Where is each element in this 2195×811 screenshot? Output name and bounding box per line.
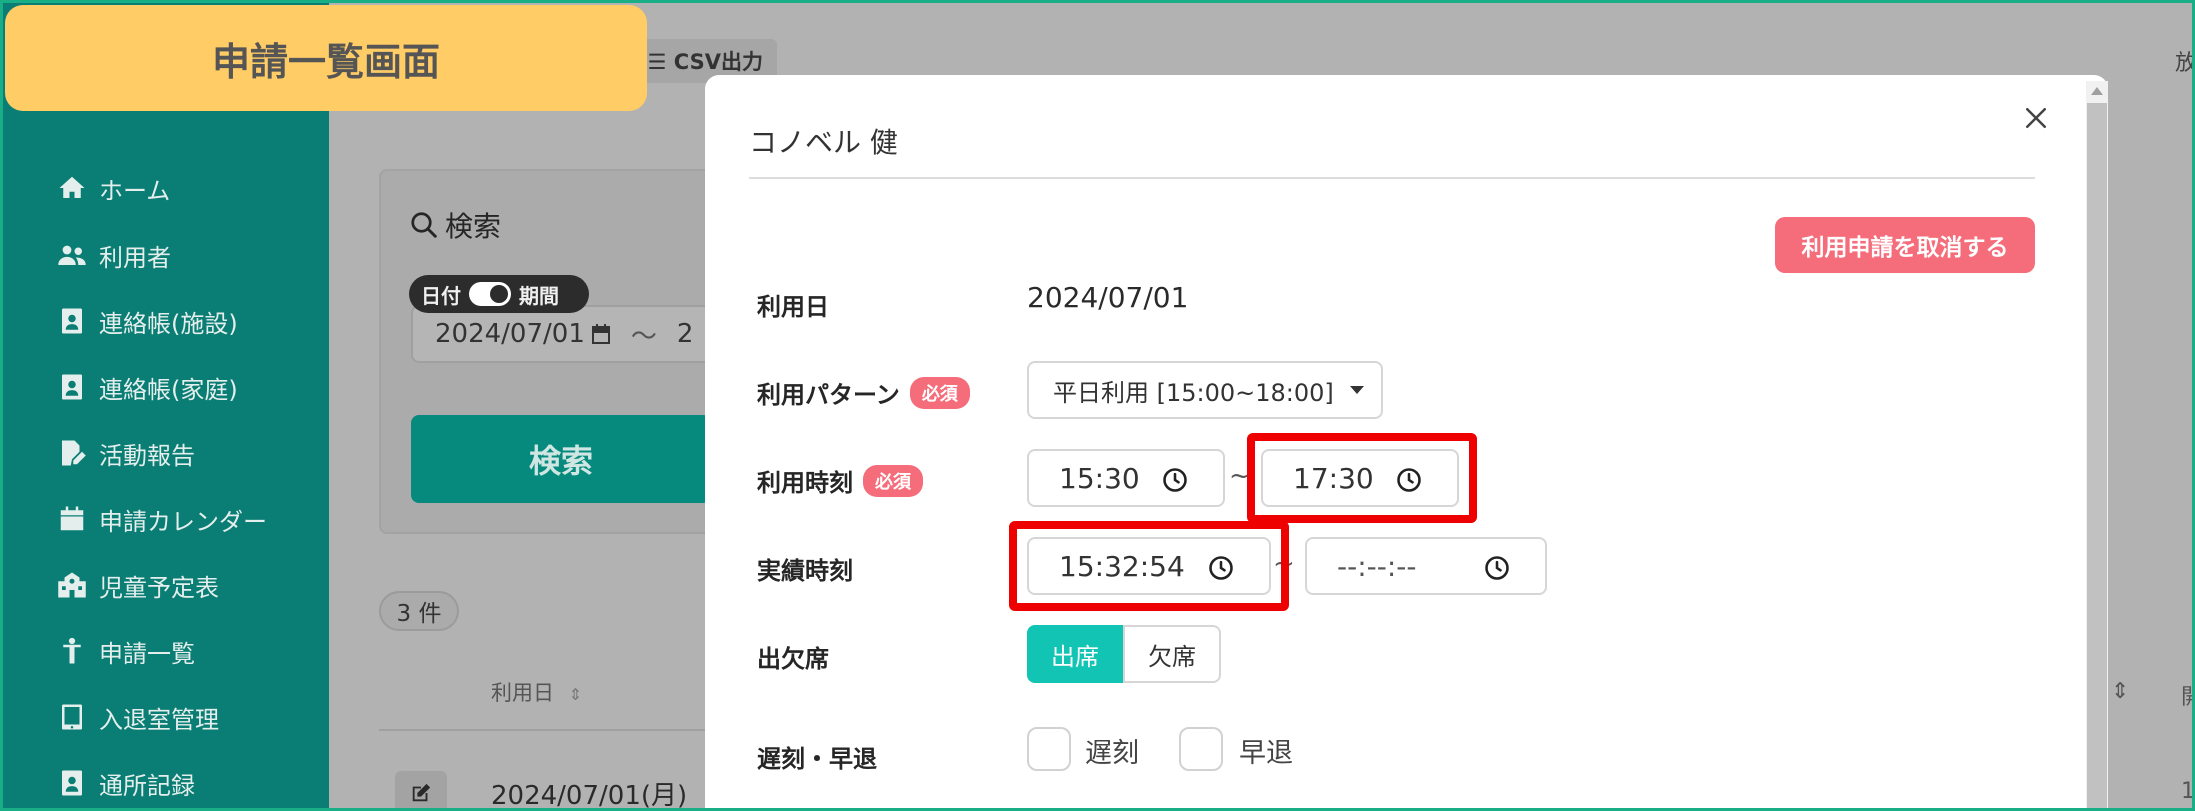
- child-icon: [63, 637, 81, 664]
- label-text: 利用時刻: [757, 469, 853, 497]
- chevron-down-icon: [1349, 386, 1364, 394]
- sidebar-item-request-list[interactable]: 申請一覧: [57, 631, 195, 671]
- search-button[interactable]: 検索: [411, 415, 711, 503]
- usage-time-label: 利用時刻 必須: [757, 463, 923, 498]
- select-value: 平日利用 [15:00~18:00]: [1053, 378, 1334, 407]
- clock-icon[interactable]: [1483, 554, 1511, 582]
- attendance-absent-toggle[interactable]: 欠席: [1123, 625, 1221, 683]
- modal-scrollbar-thumb[interactable]: [2087, 103, 2107, 808]
- edit-button[interactable]: [395, 771, 447, 808]
- modal-divider: [749, 177, 2035, 179]
- usage-pattern-label: 利用パターン 必須: [757, 375, 970, 410]
- sidebar-item-attendance-record[interactable]: 通所記録: [57, 763, 195, 803]
- cancel-request-button[interactable]: 利用申請を取消する: [1775, 217, 2035, 273]
- home-icon: [59, 176, 85, 198]
- search-date-end-fragment[interactable]: 2: [677, 319, 694, 349]
- toggle-period-label: 期間: [519, 283, 559, 308]
- toggle-switch[interactable]: [469, 282, 511, 306]
- highlight-box: [1009, 521, 1289, 611]
- column-header-label: 利用日: [491, 681, 554, 705]
- users-icon: [58, 245, 86, 265]
- edit-icon: [412, 783, 431, 802]
- attendance-present-toggle[interactable]: 出席: [1027, 625, 1123, 683]
- sidebar-item-label: 利用者: [99, 243, 171, 272]
- sidebar-item-contact-home[interactable]: 連絡帳(家庭): [57, 367, 238, 407]
- sidebar-item-users[interactable]: 利用者: [57, 235, 171, 275]
- sidebar-item-label: 申請カレンダー: [99, 507, 267, 536]
- highlight-box: [1247, 433, 1477, 523]
- label-text: 出欠席: [757, 645, 829, 673]
- contact-card-icon: [62, 770, 82, 796]
- sort-icon: ⇕: [568, 685, 583, 704]
- app-frame: ホーム 利用者 連絡帳(施設) 連絡帳(家庭) 活動報告 申請カレンダー 児童予…: [0, 0, 2195, 811]
- calendar-icon[interactable]: [589, 322, 613, 346]
- usage-time-start-input[interactable]: 15:30: [1027, 449, 1225, 507]
- column-header-fragment: 開: [2181, 679, 2192, 711]
- sidebar-item-label: 通所記録: [99, 771, 195, 800]
- late-checkbox[interactable]: [1027, 727, 1071, 771]
- search-title-text: 検索: [445, 210, 502, 243]
- header-text-fragment: 放: [2175, 51, 2195, 76]
- actual-time-end-input[interactable]: --:--:--: [1305, 537, 1547, 595]
- modal-title: コノベル 健: [749, 126, 898, 159]
- label-text: 遅刻・早退: [757, 745, 877, 773]
- column-header-date[interactable]: 利用日 ⇕: [491, 677, 582, 707]
- sidebar-item-room-management[interactable]: 入退室管理: [57, 697, 219, 737]
- sidebar-item-label: 入退室管理: [99, 705, 219, 734]
- contact-card-icon: [62, 374, 82, 400]
- sidebar: ホーム 利用者 連絡帳(施設) 連絡帳(家庭) 活動報告 申請カレンダー 児童予…: [3, 3, 329, 808]
- label-text: 実績時刻: [757, 557, 853, 585]
- date-period-toggle[interactable]: 日付 期間: [409, 275, 589, 313]
- contact-card-icon: [62, 308, 82, 334]
- result-count-badge: 3 件: [379, 591, 459, 631]
- sidebar-item-label: 活動報告: [99, 441, 195, 470]
- sidebar-item-contact-facility[interactable]: 連絡帳(施設): [57, 301, 238, 341]
- sidebar-item-home[interactable]: ホーム: [57, 168, 170, 208]
- report-pen-icon: [62, 440, 86, 466]
- toggle-date-label: 日付: [421, 283, 461, 308]
- table-divider: [379, 729, 709, 731]
- usage-pattern-select[interactable]: 平日利用 [15:00~18:00]: [1027, 361, 1383, 419]
- close-icon[interactable]: [2021, 103, 2051, 133]
- table-row-date: 2024/07/01(月): [491, 781, 688, 811]
- required-badge: 必須: [909, 376, 970, 409]
- actual-time-label: 実績時刻: [757, 551, 853, 586]
- sidebar-item-child-schedule[interactable]: 児童予定表: [57, 565, 219, 605]
- sidebar-item-label: 児童予定表: [99, 573, 219, 602]
- range-separator: 〜: [630, 321, 657, 352]
- attendance-label: 出欠席: [757, 639, 829, 674]
- scroll-up-icon[interactable]: [2087, 81, 2107, 101]
- sidebar-item-label: 申請一覧: [99, 639, 195, 668]
- early-leave-checkbox-label: 早退: [1239, 738, 1293, 769]
- early-leave-checkbox[interactable]: [1179, 727, 1223, 771]
- tablet-icon: [62, 704, 82, 730]
- sort-icon: ⇕: [2111, 679, 2130, 704]
- school-icon: [58, 572, 86, 598]
- late-early-label: 遅刻・早退: [757, 739, 877, 774]
- calendar-icon: [60, 506, 84, 531]
- label-text: 利用日: [757, 293, 829, 321]
- clock-icon[interactable]: [1161, 466, 1189, 494]
- search-date-value: 2024/07/01: [435, 319, 585, 349]
- sidebar-item-label: 連絡帳(家庭): [99, 375, 238, 404]
- table-cell-fragment: 1: [2181, 779, 2195, 804]
- usage-date-value: 2024/07/01: [1027, 281, 1189, 314]
- search-icon: [411, 212, 437, 238]
- time-value: --:--:--: [1337, 549, 1417, 583]
- sidebar-item-activity-report[interactable]: 活動報告: [57, 433, 195, 473]
- sidebar-item-request-calendar[interactable]: 申請カレンダー: [57, 499, 267, 539]
- page-title-banner: 申請一覧画面: [5, 5, 647, 111]
- search-title: 検索: [409, 205, 501, 245]
- sidebar-item-label: ホーム: [99, 176, 171, 205]
- usage-date-label: 利用日: [757, 287, 829, 322]
- late-checkbox-label: 遅刻: [1085, 738, 1139, 769]
- sidebar-item-label: 連絡帳(施設): [99, 309, 238, 338]
- label-text: 利用パターン: [757, 381, 900, 409]
- time-value: 15:30: [1059, 461, 1140, 495]
- required-badge: 必須: [863, 464, 923, 497]
